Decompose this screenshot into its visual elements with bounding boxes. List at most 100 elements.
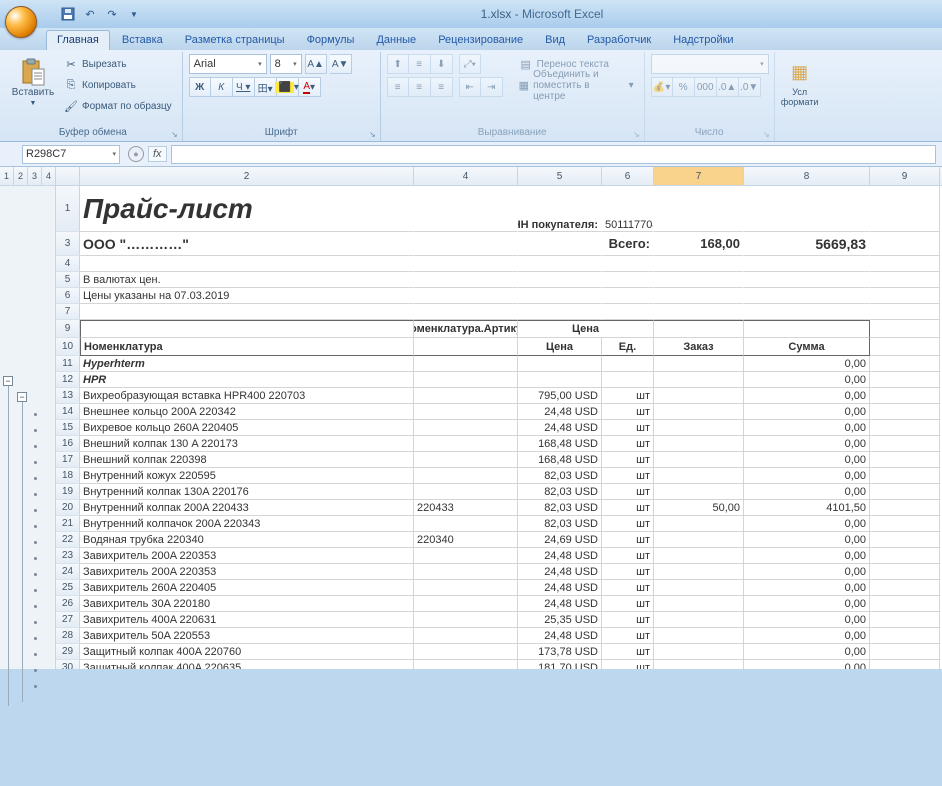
table-row[interactable]: 15Вихревое кольцо 260A 22040524,48 USDшт… (56, 420, 942, 436)
percent-button[interactable]: % (673, 77, 695, 97)
increase-indent-button[interactable]: ⇥ (481, 77, 503, 97)
fill-color-button[interactable]: ⬛▾ (277, 77, 299, 97)
col-header-2[interactable]: 2 (80, 167, 414, 185)
tab-data[interactable]: Данные (366, 31, 426, 50)
orientation-button[interactable]: ⤢▾ (459, 54, 481, 74)
outline-level-3[interactable]: 3 (28, 167, 42, 185)
grid[interactable]: 2 4 5 6 7 8 9 1 Прайс-лист ИНН покупател… (56, 167, 942, 669)
conditional-formatting-button[interactable]: ▦ Усл формати (781, 54, 819, 108)
cell-order[interactable] (654, 644, 744, 660)
cell-order[interactable] (654, 388, 744, 404)
cell-order[interactable] (654, 532, 744, 548)
outline-collapse-2[interactable]: − (17, 392, 27, 402)
align-middle-button[interactable]: ≡ (409, 54, 431, 74)
row-5[interactable]: 5В валютах цен. (56, 272, 942, 288)
row-11[interactable]: 11 Hyperhterm 0,00 (56, 356, 942, 372)
row-7[interactable]: 7 (56, 304, 942, 320)
table-row[interactable]: 25Завихритель 260A 22040524,48 USDшт0,00 (56, 580, 942, 596)
cell-order[interactable] (654, 612, 744, 628)
cell-order[interactable]: 50,00 (654, 500, 744, 516)
paste-button[interactable]: Вставить ▼ (10, 54, 56, 107)
table-row[interactable]: 28Завихритель 50A 22055324,48 USDшт0,00 (56, 628, 942, 644)
increase-decimal-button[interactable]: .0▲ (717, 77, 739, 97)
name-box[interactable]: R298C7▾ (22, 145, 120, 164)
font-size-combo[interactable]: 8▾ (270, 54, 302, 74)
grow-font-button[interactable]: A▲ (305, 54, 327, 74)
table-row[interactable]: 21Внутренний колпачок 200A 22034382,03 U… (56, 516, 942, 532)
save-icon[interactable] (60, 6, 76, 22)
col-header-9[interactable]: 9 (870, 167, 940, 185)
decrease-indent-button[interactable]: ⇤ (459, 77, 481, 97)
comma-button[interactable]: 000 (695, 77, 717, 97)
outline-collapse-1[interactable]: − (3, 376, 13, 386)
fx-button[interactable]: fx (148, 146, 167, 162)
table-row[interactable]: 29Защитный колпак 400A 220760173,78 USDш… (56, 644, 942, 660)
row-9[interactable]: 9 Номенклатура.Артикул Цена (56, 320, 942, 338)
table-row[interactable]: 16Внешний колпак 130 A 220173168,48 USDш… (56, 436, 942, 452)
row-4[interactable]: 4 (56, 256, 942, 272)
table-row[interactable]: 30Защитный колпак 400A 220635181,70 USDш… (56, 660, 942, 669)
tab-addins[interactable]: Надстройки (663, 31, 743, 50)
table-row[interactable]: 27Завихритель 400A 22063125,35 USDшт0,00 (56, 612, 942, 628)
row-1[interactable]: 1 Прайс-лист ИНН покупателя: 5011177085 (56, 186, 942, 232)
cell-order[interactable] (654, 660, 744, 669)
redo-icon[interactable]: ↷ (104, 6, 120, 22)
cell-order[interactable] (654, 548, 744, 564)
col-header-8[interactable]: 8 (744, 167, 870, 185)
col-header-4[interactable]: 4 (414, 167, 518, 185)
col-header-6[interactable]: 6 (602, 167, 654, 185)
number-format-combo[interactable]: ▾ (651, 54, 769, 74)
row-12[interactable]: 12 HPR 0,00 (56, 372, 942, 388)
formula-input[interactable] (171, 145, 936, 164)
merge-center-button[interactable]: ▦Объединить и поместить в центре ▾ (515, 75, 638, 95)
align-left-button[interactable]: ≡ (387, 77, 409, 97)
align-bottom-button[interactable]: ⬇ (431, 54, 453, 74)
tab-review[interactable]: Рецензирование (428, 31, 533, 50)
accounting-format-button[interactable]: 💰▾ (651, 77, 673, 97)
tab-home[interactable]: Главная (46, 30, 110, 50)
office-button[interactable] (0, 0, 42, 28)
copy-button[interactable]: ⎘Копировать (60, 75, 176, 95)
cell-order[interactable] (654, 468, 744, 484)
table-row[interactable]: 26Завихритель 30A 22018024,48 USDшт0,00 (56, 596, 942, 612)
table-row[interactable]: 17Внешний колпак 220398168,48 USDшт0,00 (56, 452, 942, 468)
cell-order[interactable] (654, 404, 744, 420)
table-row[interactable]: 24Завихритель 200A 22035324,48 USDшт0,00 (56, 564, 942, 580)
underline-button[interactable]: Ч ▾ (233, 77, 255, 97)
font-name-combo[interactable]: Arial▾ (189, 54, 267, 74)
outline-level-1[interactable]: 1 (0, 167, 14, 185)
italic-button[interactable]: К (211, 77, 233, 97)
cell-order[interactable] (654, 580, 744, 596)
row-6[interactable]: 6Цены указаны на 07.03.2019 (56, 288, 942, 304)
align-center-button[interactable]: ≡ (409, 77, 431, 97)
table-row[interactable]: 13Вихреобразующая вставка HPR400 2207037… (56, 388, 942, 404)
tab-view[interactable]: Вид (535, 31, 575, 50)
cell-order[interactable] (654, 596, 744, 612)
decrease-decimal-button[interactable]: .0▼ (739, 77, 761, 97)
cell-order[interactable] (654, 452, 744, 468)
font-color-button[interactable]: A▾ (299, 77, 321, 97)
outline-level-4[interactable]: 4 (42, 167, 55, 185)
outline-level-2[interactable]: 2 (14, 167, 28, 185)
cell-order[interactable] (654, 628, 744, 644)
row-3[interactable]: 3 ООО "…………" Всего: 168,00 5669,83 (56, 232, 942, 256)
table-row[interactable]: 14Внешнее кольцо 200A 22034224,48 USDшт0… (56, 404, 942, 420)
col-header-7[interactable]: 7 (654, 167, 744, 185)
table-row[interactable]: 23Завихритель 200A 22035324,48 USDшт0,00 (56, 548, 942, 564)
bold-button[interactable]: Ж (189, 77, 211, 97)
cancel-icon[interactable]: ● (128, 146, 144, 162)
tab-insert[interactable]: Вставка (112, 31, 173, 50)
format-painter-button[interactable]: 🖌Формат по образцу (60, 96, 176, 116)
cut-button[interactable]: ✂Вырезать (60, 54, 176, 74)
align-right-button[interactable]: ≡ (431, 77, 453, 97)
cell-order[interactable] (654, 564, 744, 580)
table-row[interactable]: 19Внутренний колпак 130A 22017682,03 USD… (56, 484, 942, 500)
undo-icon[interactable]: ↶ (82, 6, 98, 22)
table-row[interactable]: 22Водяная трубка 22034022034024,69 USDшт… (56, 532, 942, 548)
qat-dropdown-icon[interactable]: ▼ (126, 6, 142, 22)
border-button[interactable]: 田▾ (255, 77, 277, 97)
cell-order[interactable] (654, 436, 744, 452)
align-top-button[interactable]: ⬆ (387, 54, 409, 74)
table-row[interactable]: 20Внутренний колпак 200A 22043322043382,… (56, 500, 942, 516)
select-all-button[interactable] (56, 167, 80, 185)
